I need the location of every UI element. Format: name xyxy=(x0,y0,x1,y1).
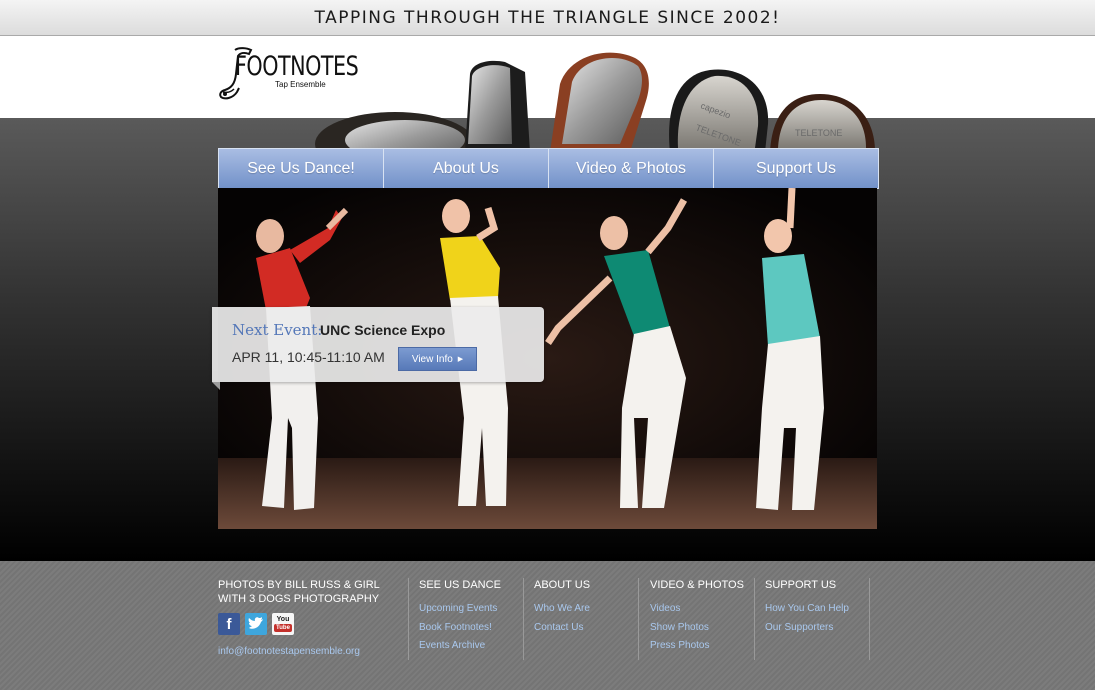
next-event-card: Next Event: UNC Science Expo APR 11, 10:… xyxy=(212,307,544,390)
bird-icon xyxy=(248,617,263,629)
top-banner: TAPPING THROUGH THE TRIANGLE SINCE 2002! xyxy=(0,0,1095,36)
footer-col-video-photos: VIDEO & PHOTOS Videos Show Photos Press … xyxy=(650,578,744,656)
social-links: f You Tube xyxy=(218,613,294,635)
arrow-right-icon: ▶ xyxy=(457,356,464,363)
facebook-icon[interactable]: f xyxy=(218,613,240,635)
next-event-title[interactable]: UNC Science Expo xyxy=(320,322,445,338)
youtube-icon[interactable]: You Tube xyxy=(272,613,294,635)
footer-link-press-photos[interactable]: Press Photos xyxy=(650,637,744,656)
footer-divider xyxy=(754,578,755,660)
footer-col-see-us-dance: SEE US DANCE Upcoming Events Book Footno… xyxy=(419,578,501,656)
footer-link-how-you-can-help[interactable]: How You Can Help xyxy=(765,600,849,619)
footer-credit-column: PHOTOS BY BILL RUSS & GIRL WITH 3 DOGS P… xyxy=(218,578,400,614)
footer-link-contact-us[interactable]: Contact Us xyxy=(534,619,590,638)
footer-link-upcoming-events[interactable]: Upcoming Events xyxy=(419,600,501,619)
photo-credit: PHOTOS BY BILL RUSS & GIRL WITH 3 DOGS P… xyxy=(218,579,380,605)
footer-link-our-supporters[interactable]: Our Supporters xyxy=(765,619,849,638)
footer-col-support-us: SUPPORT US How You Can Help Our Supporte… xyxy=(765,578,849,637)
view-info-button[interactable]: View Info ▶ xyxy=(398,347,477,371)
tap-shoes-image: capezio TELETONE TELETONE xyxy=(315,52,875,152)
footer-divider xyxy=(869,578,870,660)
footer-col-title: ABOUT US xyxy=(534,579,591,591)
view-info-label: View Info xyxy=(411,353,453,365)
contact-email-link[interactable]: info@footnotestapensemble.org xyxy=(218,646,360,657)
nav-video-photos[interactable]: Video & Photos xyxy=(549,149,714,188)
next-event-label: Next Event: xyxy=(232,321,323,339)
footer-link-videos[interactable]: Videos xyxy=(650,600,744,619)
nav-support-us[interactable]: Support Us xyxy=(714,149,878,188)
footer-link-who-we-are[interactable]: Who We Are xyxy=(534,600,590,619)
footer-col-title: SEE US DANCE xyxy=(419,579,501,591)
footer-link-show-photos[interactable]: Show Photos xyxy=(650,619,744,638)
nav-about-us[interactable]: About Us xyxy=(384,149,549,188)
twitter-icon[interactable] xyxy=(245,613,267,635)
footer-col-about-us: ABOUT US Who We Are Contact Us xyxy=(534,578,590,637)
footer-col-title: VIDEO & PHOTOS xyxy=(650,579,744,591)
footer-link-events-archive[interactable]: Events Archive xyxy=(419,637,501,656)
tagline: TAPPING THROUGH THE TRIANGLE SINCE 2002! xyxy=(314,7,781,28)
footer-divider xyxy=(408,578,409,660)
svg-text:TELETONE: TELETONE xyxy=(795,128,842,138)
nav-see-us-dance[interactable]: See Us Dance! xyxy=(219,149,384,188)
footer-col-title: SUPPORT US xyxy=(765,579,837,591)
footer-divider xyxy=(523,578,524,660)
footer-link-book-footnotes[interactable]: Book Footnotes! xyxy=(419,619,501,638)
next-event-time: APR 11, 10:45-11:10 AM xyxy=(232,349,385,365)
footer-divider xyxy=(638,578,639,660)
main-nav: See Us Dance! About Us Video & Photos Su… xyxy=(218,148,879,189)
